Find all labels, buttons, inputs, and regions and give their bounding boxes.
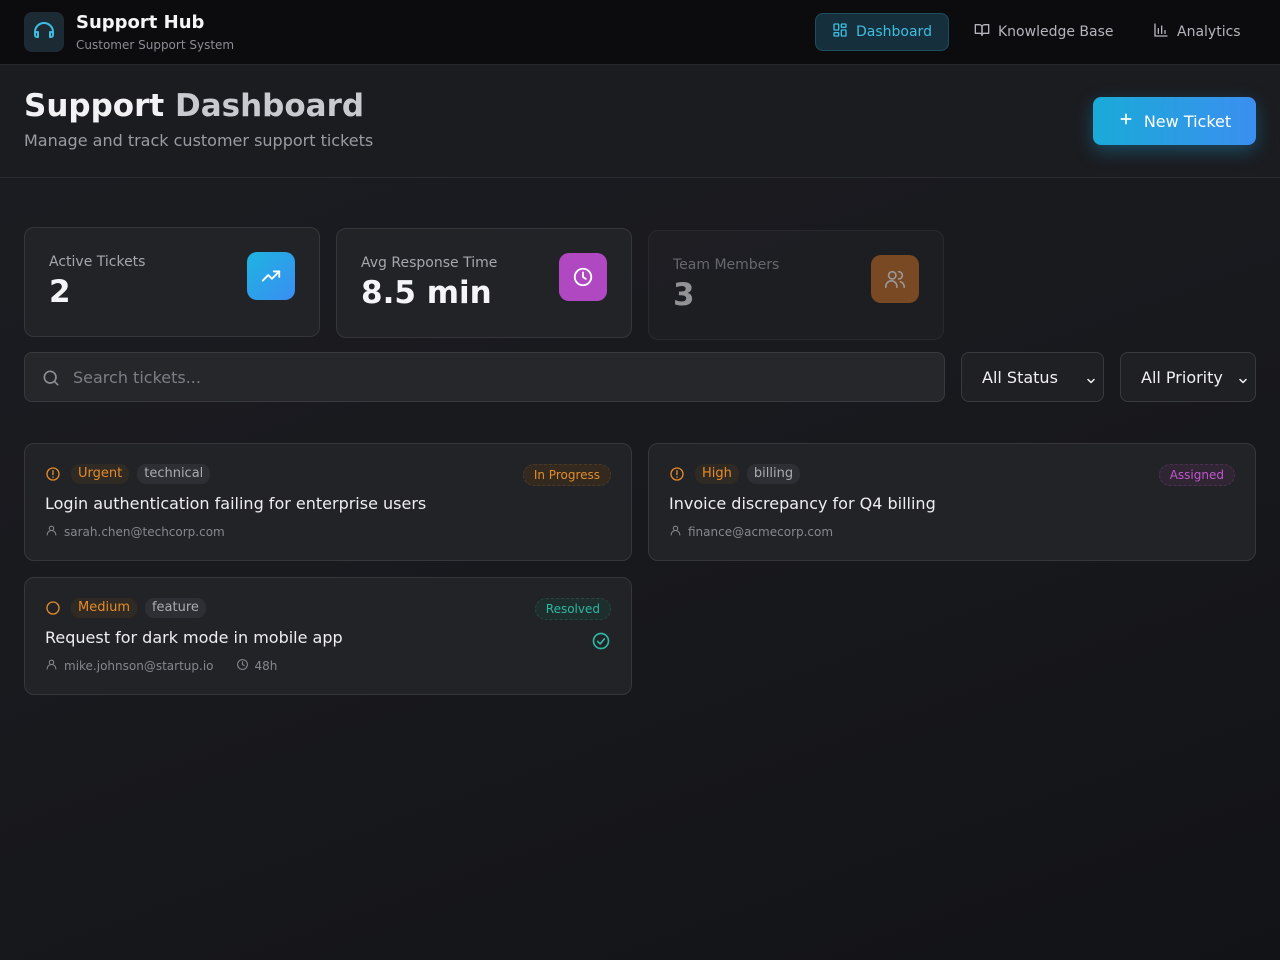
status-badge: In Progress	[522, 464, 611, 486]
ticket-email: finance@acmecorp.com	[688, 525, 834, 539]
users-icon	[871, 255, 919, 303]
ticket-time: 48h	[254, 659, 278, 673]
search-icon	[41, 368, 61, 392]
category-badge: billing	[746, 464, 801, 484]
ticket-card[interactable]: Urgent technical In Progress Login authe…	[24, 443, 632, 561]
ticket-meta: finance@acmecorp.com	[669, 524, 833, 540]
page-subtitle: Manage and track customer support ticket…	[24, 131, 374, 150]
dashboard-grid-icon	[832, 22, 848, 42]
nav-dashboard[interactable]: Dashboard	[815, 13, 949, 51]
alert-circle-icon	[669, 466, 685, 486]
headset-icon	[24, 12, 64, 52]
stat-value: 2	[49, 274, 71, 310]
circle-icon	[45, 600, 61, 620]
priority-badge: Urgent	[71, 464, 130, 484]
category-badge: feature	[144, 598, 206, 618]
status-filter-select[interactable]: All Status	[961, 352, 1104, 402]
ticket-title: Invoice discrepancy for Q4 billing	[669, 494, 936, 513]
nav-dashboard-label: Dashboard	[856, 24, 932, 40]
trending-up-icon	[247, 252, 295, 300]
book-open-icon	[974, 22, 990, 42]
status-filter-value: All Status	[982, 367, 1058, 387]
bar-chart-icon	[1153, 22, 1169, 42]
search-input[interactable]	[73, 353, 933, 401]
priority-filter-select[interactable]: All Priority	[1120, 352, 1256, 402]
plus-icon	[1118, 111, 1134, 132]
clock-icon	[559, 253, 607, 301]
ticket-tags: Medium feature	[71, 598, 206, 618]
search-bar	[24, 352, 945, 402]
top-navbar: Support Hub Customer Support System Dash…	[0, 0, 1280, 65]
user-icon	[45, 658, 58, 674]
stat-value: 8.5 min	[361, 275, 492, 311]
page-title: Support Dashboard	[24, 88, 364, 124]
stat-label: Active Tickets	[49, 254, 146, 270]
status-badge: Resolved	[534, 598, 611, 620]
nav-analytics-label: Analytics	[1177, 24, 1241, 40]
stat-card-team-members: Team Members 3	[648, 230, 944, 340]
ticket-email: sarah.chen@techcorp.com	[64, 525, 225, 539]
stat-label: Team Members	[673, 257, 780, 273]
priority-badge: High	[695, 464, 739, 484]
ticket-card[interactable]: High billing Assigned Invoice discrepanc…	[648, 443, 1256, 561]
new-ticket-label: New Ticket	[1143, 111, 1232, 131]
category-badge: technical	[137, 464, 211, 484]
alert-circle-icon	[45, 466, 61, 486]
page-header: Support Dashboard Manage and track custo…	[0, 65, 1280, 178]
ticket-meta: mike.johnson@startup.io 48h	[45, 658, 277, 674]
new-ticket-button[interactable]: New Ticket	[1093, 97, 1256, 145]
status-badge: Assigned	[1158, 464, 1235, 486]
clock-icon	[236, 658, 249, 674]
ticket-title: Login authentication failing for enterpr…	[45, 494, 427, 513]
ticket-card[interactable]: Medium feature Resolved Request for dark…	[24, 577, 632, 695]
stat-value: 3	[673, 277, 695, 313]
app-subtitle: Customer Support System	[76, 38, 235, 52]
check-circle-icon	[591, 631, 611, 655]
chevron-down-icon	[1085, 372, 1097, 391]
user-icon	[669, 524, 682, 540]
priority-filter-value: All Priority	[1141, 367, 1223, 387]
ticket-tags: High billing	[695, 464, 801, 484]
page-title-part2: Dashboard	[174, 88, 365, 124]
chevron-down-icon	[1237, 372, 1249, 391]
ticket-title: Request for dark mode in mobile app	[45, 628, 343, 647]
nav-analytics[interactable]: Analytics	[1137, 13, 1257, 51]
ticket-meta: sarah.chen@techcorp.com	[45, 524, 225, 540]
nav-knowledge-base[interactable]: Knowledge Base	[958, 13, 1130, 51]
ticket-tags: Urgent technical	[71, 464, 211, 484]
priority-badge: Medium	[71, 598, 137, 618]
stat-label: Avg Response Time	[361, 255, 498, 271]
nav-knowledge-base-label: Knowledge Base	[998, 24, 1114, 40]
ticket-email: mike.johnson@startup.io	[64, 659, 214, 673]
app-title: Support Hub	[76, 12, 205, 33]
page-title-part1: Support	[24, 88, 175, 124]
stat-card-active-tickets: Active Tickets 2	[24, 227, 320, 337]
stat-card-avg-response-time: Avg Response Time 8.5 min	[336, 228, 632, 338]
user-icon	[45, 524, 58, 540]
